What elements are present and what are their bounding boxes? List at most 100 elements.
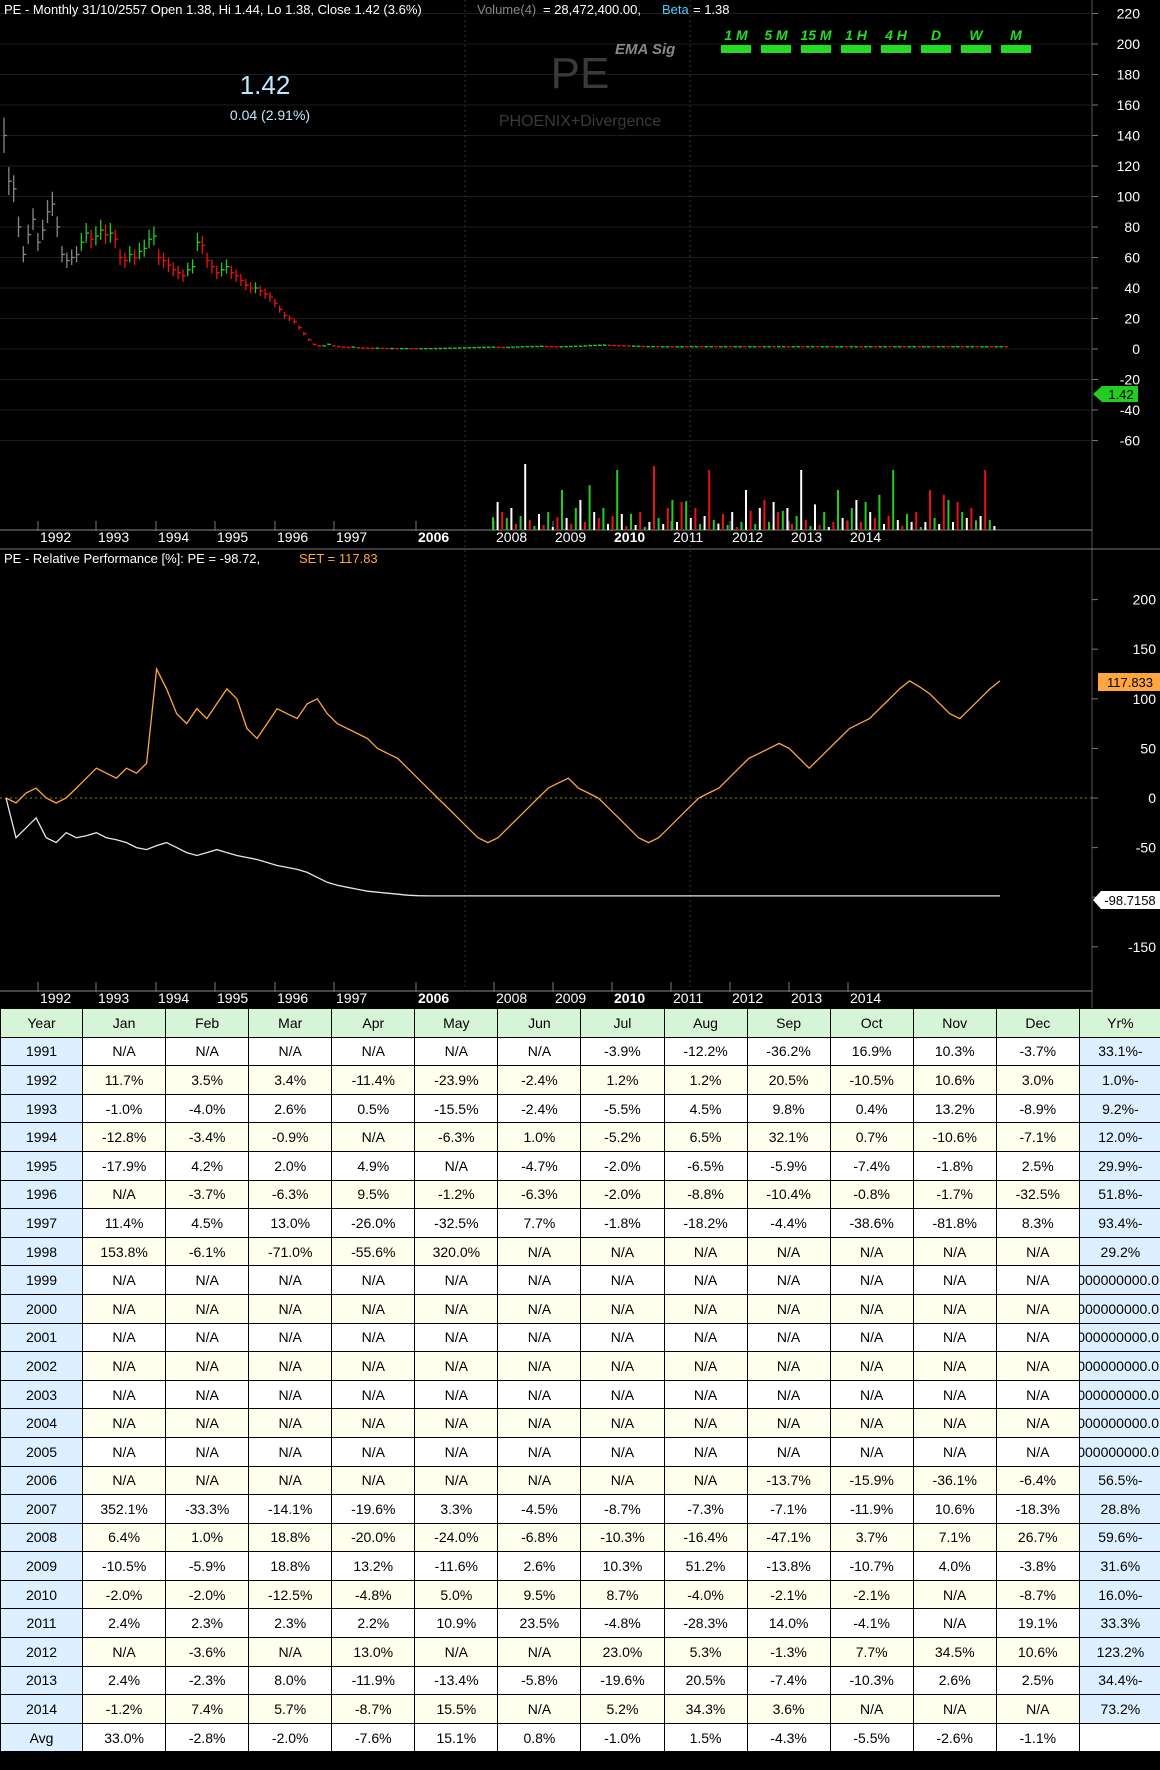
table-cell: 34.3% xyxy=(663,1694,748,1724)
volume-bar xyxy=(662,524,665,530)
table-cell: N/A xyxy=(414,1351,499,1381)
table-cell: -11.9% xyxy=(829,1494,914,1524)
table-year-cell: 2013 xyxy=(0,1665,84,1696)
table-cell: -8.7% xyxy=(995,1579,1080,1610)
table-header-cell: Jun xyxy=(497,1008,582,1038)
x-tick-label: 2010 xyxy=(614,990,645,1006)
table-cell: -2.8% xyxy=(165,1722,250,1753)
volume-bar xyxy=(818,525,821,530)
table-row: 2006 N/A N/A N/A N/A N/A N/A N/A N/A -13.7% -15.9%… xyxy=(0,1465,1160,1496)
table-cell: N/A xyxy=(746,1236,831,1267)
table-cell: 4.5% xyxy=(663,1093,748,1124)
table-cell: N/A xyxy=(331,1351,416,1381)
table-cell: -24.0% xyxy=(414,1522,499,1553)
volume-bar xyxy=(680,502,683,530)
table-cell: 3.3% xyxy=(414,1494,499,1524)
table-cell: -34.4% xyxy=(1078,1665,1160,1696)
table-cell: N/A xyxy=(414,1465,499,1496)
timeframe-label: 1 M xyxy=(724,27,748,43)
table-year-cell: 2000 xyxy=(0,1293,84,1324)
table-header-row: Year Jan Feb Mar Apr May Jun Jul Aug Sep Oct Nov Dec… xyxy=(0,1008,1160,1038)
table-cell: N/A xyxy=(746,1436,831,1467)
table-cell: N/A xyxy=(663,1293,748,1324)
table-cell: 2.5% xyxy=(995,1150,1080,1181)
timeframe-label: 1 H xyxy=(845,27,868,43)
table-cell: 32.1% xyxy=(746,1122,831,1152)
table-cell: -3.7% xyxy=(165,1179,250,1210)
x-tick-label: 1994 xyxy=(158,990,189,1006)
table-row: 1992 11.7% 3.5% 3.4% -11.4% -23.9% -2.4% 1.2% 1.… xyxy=(0,1065,1160,1095)
chart-area[interactable]: 220200180160140120100806040200-20-40-60 … xyxy=(0,0,1160,1008)
table-cell: -1.1% xyxy=(995,1722,1080,1753)
volume-bar xyxy=(625,526,628,530)
perf-title-set: SET = 117.83 xyxy=(299,551,378,566)
table-cell: 3.7% xyxy=(829,1522,914,1553)
table-cell: N/A xyxy=(912,1436,997,1467)
table-cell: -6.3% xyxy=(414,1122,499,1152)
table-year-cell: 1992 xyxy=(0,1065,84,1095)
volume-bar xyxy=(984,470,987,530)
price-y-tick-label: 0 xyxy=(1132,341,1140,357)
table-cell: N/A xyxy=(912,1408,997,1438)
table-cell: N/A xyxy=(414,1150,499,1181)
table-cell: -4.8% xyxy=(331,1579,416,1610)
header-beta-label: Beta xyxy=(662,2,690,17)
x-tick-label: 2014 xyxy=(850,990,881,1006)
table-cell: -4.8% xyxy=(580,1608,665,1639)
ema-sig-label: EMA Sig xyxy=(615,41,675,58)
table-cell: N/A xyxy=(497,1637,582,1667)
table-cell: 4.0% xyxy=(912,1551,997,1581)
price-y-tick-label: 40 xyxy=(1124,280,1140,296)
table-cell: -1.0% xyxy=(580,1722,665,1753)
table-cell: N/A xyxy=(82,1465,167,1496)
table-cell: N/A xyxy=(82,1351,167,1381)
table-year-cell: 1999 xyxy=(0,1265,84,1295)
volume-bar xyxy=(547,512,550,530)
table-cell: N/A xyxy=(414,1322,499,1353)
table-cell: 000000000.0 xyxy=(1078,1408,1160,1438)
volume-bar xyxy=(869,512,872,530)
table-cell: 000000000.0 xyxy=(1078,1293,1160,1324)
table-cell: N/A xyxy=(995,1322,1080,1353)
table-cell: N/A xyxy=(248,1408,333,1438)
volume-bar xyxy=(611,516,614,530)
volume-bar xyxy=(975,520,977,530)
table-cell: -38.6% xyxy=(829,1208,914,1238)
volume-bar xyxy=(505,518,508,530)
table-cell: 10.6% xyxy=(912,1065,997,1095)
volume-bar xyxy=(795,516,798,530)
timeframe-signal-bar xyxy=(841,45,871,53)
table-cell: N/A xyxy=(663,1265,748,1295)
price-y-tick-label: 100 xyxy=(1117,189,1141,205)
table-cell: N/A xyxy=(995,1436,1080,1467)
table-cell: 29.2% xyxy=(1078,1236,1160,1267)
table-cell: N/A xyxy=(580,1293,665,1324)
table-cell: -51.8% xyxy=(1078,1179,1160,1210)
table-cell: 000000000.0 xyxy=(1078,1379,1160,1410)
table-cell: N/A xyxy=(331,1465,416,1496)
volume-bar xyxy=(952,522,954,530)
volume-bar xyxy=(970,508,973,530)
table-cell: N/A xyxy=(248,1637,333,1667)
volume-bar xyxy=(524,464,527,530)
volume-bar xyxy=(892,470,895,530)
x-tick-label: 2010 xyxy=(614,529,645,545)
table-cell: N/A xyxy=(829,1293,914,1324)
perf-y-tick-label: -150 xyxy=(1128,939,1156,955)
table-cell: N/A xyxy=(580,1322,665,1353)
table-header-cell: Aug xyxy=(663,1008,748,1038)
table-header-cell: Mar xyxy=(248,1008,333,1038)
perf-panel[interactable] xyxy=(0,551,1092,994)
x-tick-label: 2013 xyxy=(791,990,822,1006)
price-y-tick-label: -20 xyxy=(1120,372,1140,388)
table-cell: N/A xyxy=(995,1351,1080,1381)
table-cell: 2.6% xyxy=(497,1551,582,1581)
table-cell: N/A xyxy=(497,1322,582,1353)
table-cell: N/A xyxy=(912,1322,997,1353)
volume-bar xyxy=(584,522,586,530)
table-cell: N/A xyxy=(82,1408,167,1438)
volume-bar xyxy=(915,512,918,530)
table-cell: -0.8% xyxy=(829,1179,914,1210)
volume-bar xyxy=(832,522,835,530)
x-tick-label: 2012 xyxy=(732,990,763,1006)
